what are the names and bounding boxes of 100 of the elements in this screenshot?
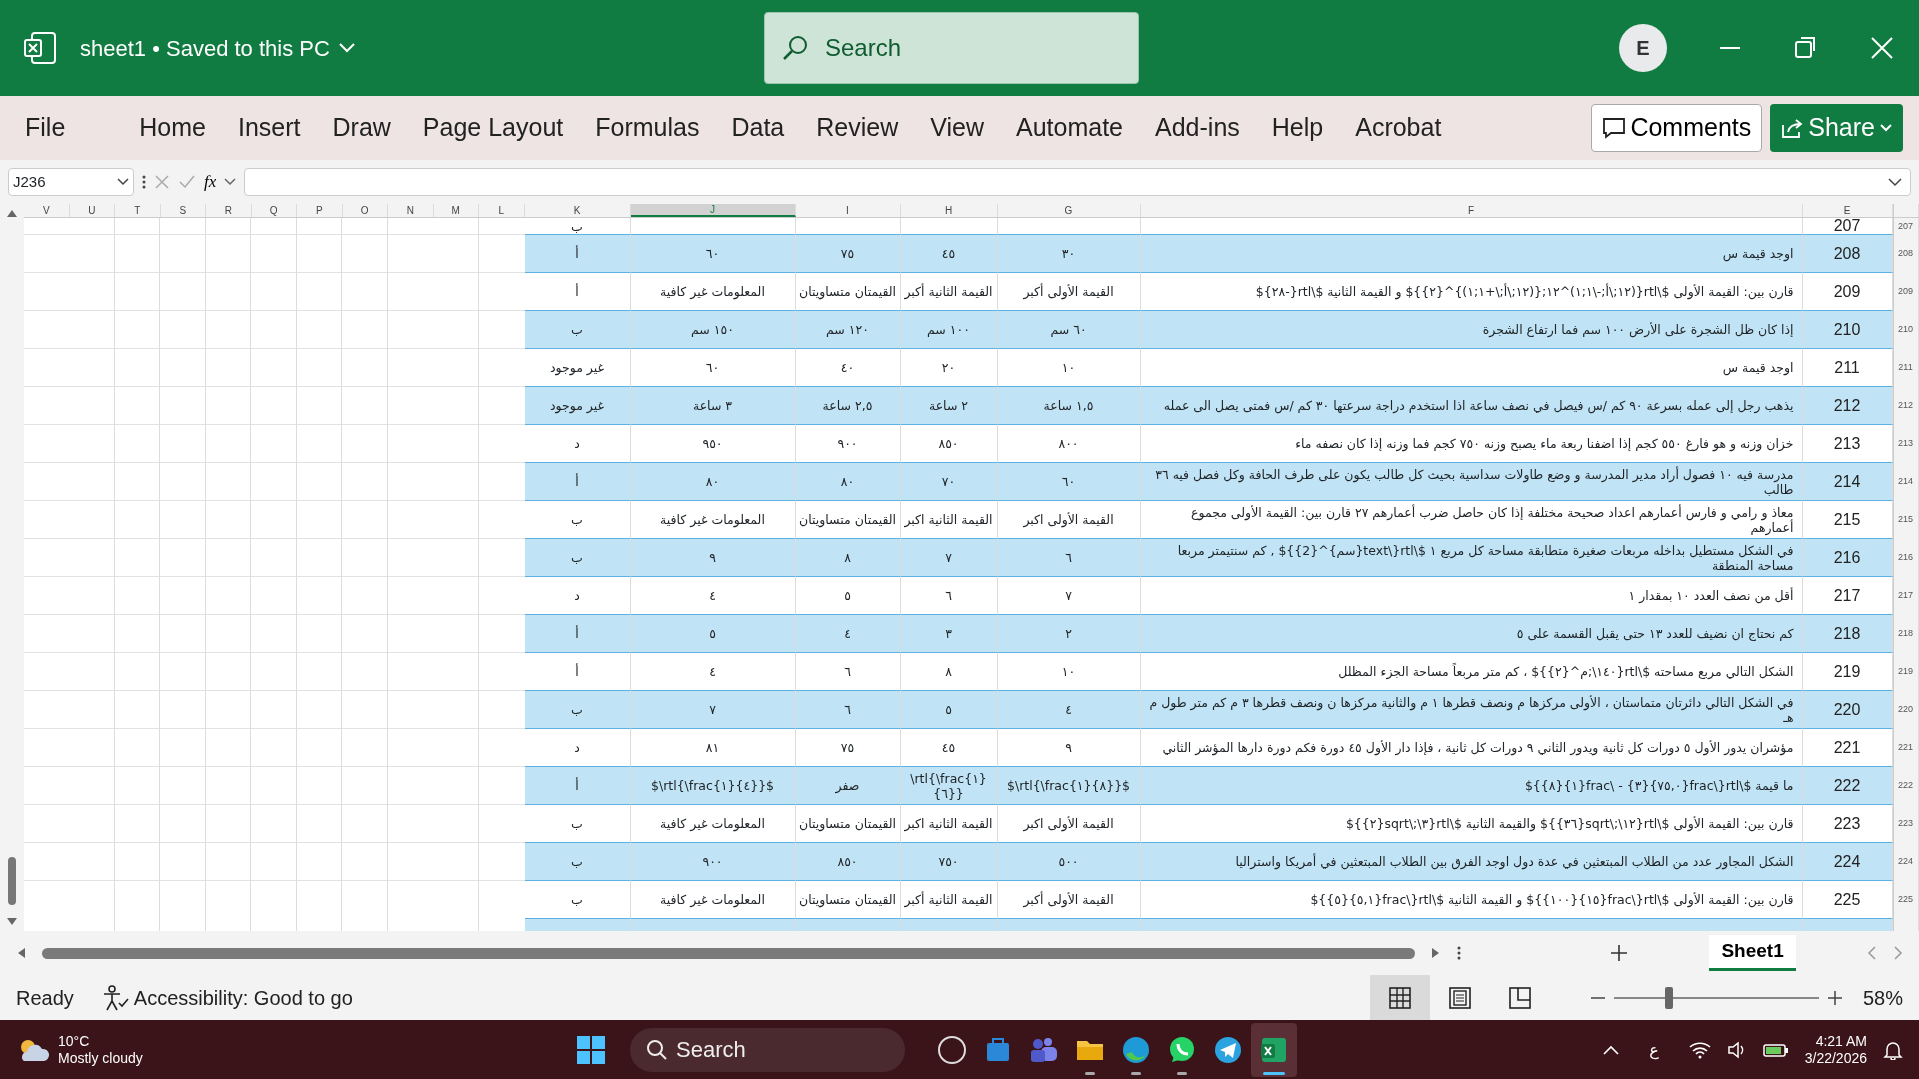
- weather-temperature: 10°C: [58, 1033, 91, 1050]
- row-header[interactable]: 207: [1892, 218, 1919, 235]
- row-header[interactable]: 209: [1892, 273, 1919, 311]
- chevron-up-icon[interactable]: [1603, 1044, 1620, 1055]
- column-header[interactable]: F: [1140, 204, 1803, 217]
- ribbon-tab[interactable]: Review: [807, 109, 908, 147]
- comments-button[interactable]: Comments: [1591, 104, 1763, 152]
- row-header[interactable]: 218: [1892, 615, 1919, 653]
- row-header[interactable]: 217: [1892, 577, 1919, 615]
- weather-widget[interactable]: 10°C Mostly cloudy: [16, 1033, 576, 1066]
- input-language[interactable]: ع: [1649, 1039, 1659, 1060]
- windows-start-icon[interactable]: [576, 1034, 606, 1065]
- search-field[interactable]: Search: [764, 12, 1139, 84]
- scroll-thumb[interactable]: [8, 857, 16, 905]
- battery-icon[interactable]: [1762, 1041, 1789, 1058]
- formula-input[interactable]: [244, 168, 1911, 196]
- wifi-icon[interactable]: [1688, 1040, 1711, 1059]
- ribbon-tab[interactable]: File: [16, 109, 75, 147]
- table-cell: ٤: [795, 615, 901, 653]
- chevron-down-icon: [117, 178, 129, 186]
- column-header[interactable]: V: [24, 204, 70, 217]
- ribbon-tab[interactable]: Page Layout: [413, 109, 573, 147]
- ribbon-tab[interactable]: Draw: [323, 109, 400, 147]
- column-header[interactable]: M: [433, 204, 479, 217]
- taskbar-app[interactable]: [1251, 1022, 1297, 1077]
- column-header[interactable]: J: [630, 204, 796, 217]
- zoom-level[interactable]: 58%: [1862, 982, 1903, 1013]
- row-header[interactable]: 224: [1892, 843, 1919, 881]
- table-cell: ٦٠ سم: [997, 311, 1141, 349]
- ribbon-tab[interactable]: View: [921, 109, 993, 147]
- sheet-tab[interactable]: Sheet1: [1709, 935, 1796, 971]
- zoom-in-icon[interactable]: [1826, 989, 1843, 1006]
- table-cell: ١٠٠ سم: [900, 311, 998, 349]
- ribbon-tab[interactable]: Data: [722, 109, 794, 147]
- account-avatar[interactable]: E: [1619, 24, 1667, 72]
- table-cell: الشكل المجاور عدد من الطلاب المبتعثين في عدة دول اوجد الفرق بين الطلاب المبتعثين في أمريكا واستراليا: [1140, 843, 1803, 881]
- normal-view-button[interactable]: [1369, 975, 1430, 1020]
- column-header[interactable]: O: [342, 204, 388, 217]
- taskbar-search[interactable]: Search: [630, 1027, 905, 1072]
- column-header[interactable]: I: [795, 204, 901, 217]
- share-button[interactable]: Share: [1770, 104, 1903, 152]
- ribbon-tab[interactable]: Formulas: [586, 109, 709, 147]
- column-header[interactable]: H: [900, 204, 998, 217]
- column-header[interactable]: U: [69, 204, 115, 217]
- ribbon-tab[interactable]: Acrobat: [1346, 109, 1451, 147]
- ribbon-tab[interactable]: Help: [1262, 109, 1333, 147]
- column-header[interactable]: L: [479, 204, 525, 217]
- more-options-icon[interactable]: [142, 175, 146, 189]
- row-header[interactable]: 215: [1892, 501, 1919, 539]
- ribbon-tab[interactable]: Automate: [1007, 109, 1132, 147]
- row-header[interactable]: 220: [1892, 691, 1919, 729]
- column-header[interactable]: Q: [251, 204, 297, 217]
- row-header[interactable]: 219: [1892, 653, 1919, 691]
- close-icon[interactable]: [1869, 35, 1895, 61]
- scroll-right-icon[interactable]: [1430, 947, 1441, 959]
- scroll-left-icon[interactable]: [16, 947, 26, 959]
- row-header[interactable]: 221: [1892, 729, 1919, 767]
- ribbon-tab[interactable]: Add-ins: [1146, 109, 1249, 147]
- scroll-down-icon[interactable]: [6, 917, 18, 927]
- add-sheet-icon[interactable]: [1610, 944, 1629, 962]
- ribbon-tab[interactable]: Home: [130, 109, 215, 147]
- chevron-down-icon: [224, 178, 237, 186]
- row-header[interactable]: 212: [1892, 387, 1919, 425]
- column-header[interactable]: G: [997, 204, 1141, 217]
- row-header[interactable]: 213: [1892, 425, 1919, 463]
- insert-function-button[interactable]: fx: [204, 169, 217, 195]
- table-cell: 216: [1802, 539, 1893, 577]
- share-icon: [1780, 117, 1805, 139]
- column-header[interactable]: S: [160, 204, 206, 217]
- table-cell: ب: [524, 843, 631, 881]
- scroll-up-icon[interactable]: [6, 208, 18, 218]
- enter-check-icon[interactable]: [178, 174, 196, 190]
- accessibility-status[interactable]: Accessibility: Good to go: [133, 982, 353, 1013]
- column-header[interactable]: N: [388, 204, 434, 217]
- row-header[interactable]: 223: [1892, 805, 1919, 843]
- expand-chevron-icon[interactable]: [1888, 177, 1902, 187]
- previous-sheet-icon[interactable]: [1867, 945, 1877, 961]
- column-header[interactable]: K: [524, 204, 631, 217]
- row-header[interactable]: 211: [1892, 349, 1919, 387]
- more-options-icon[interactable]: [1456, 946, 1461, 960]
- clock[interactable]: 4:21 AM 3/22/2026: [1804, 1032, 1867, 1067]
- table-cell: 210: [1802, 311, 1893, 349]
- notification-bell-icon[interactable]: [1883, 1039, 1903, 1060]
- ribbon-tab[interactable]: Insert: [229, 109, 310, 147]
- row-header[interactable]: 214: [1892, 463, 1919, 501]
- column-header[interactable]: R: [206, 204, 252, 217]
- row-header[interactable]: 225: [1892, 881, 1919, 919]
- zoom-slider-thumb[interactable]: [1665, 986, 1674, 1009]
- column-header[interactable]: T: [115, 204, 161, 217]
- row-header[interactable]: 210: [1892, 311, 1919, 349]
- column-header[interactable]: E: [1802, 204, 1893, 217]
- next-sheet-icon[interactable]: [1893, 945, 1903, 961]
- row-header[interactable]: 222: [1892, 767, 1919, 805]
- name-box[interactable]: J236: [8, 168, 134, 196]
- document-title[interactable]: sheet1 • Saved to this PC: [80, 31, 356, 65]
- table-cell: ٦: [997, 539, 1141, 577]
- column-header[interactable]: P: [297, 204, 343, 217]
- row-header[interactable]: 208: [1892, 235, 1919, 273]
- row-header[interactable]: 216: [1892, 539, 1919, 577]
- horizontal-scroll-thumb[interactable]: [42, 947, 1415, 959]
